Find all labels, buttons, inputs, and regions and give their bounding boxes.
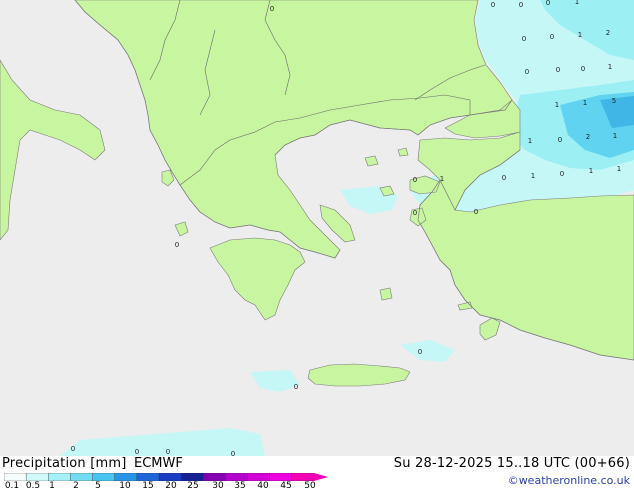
legend-swatch-4 [92,473,116,481]
precip-value-aegean-1d: 1 [617,165,621,173]
precip-value-albania-0: 0 [175,241,179,249]
legend-tick-labels: 0.1 0.5 1 2 5 10 15 20 25 30 35 40 45 50 [0,481,340,490]
legend-tick-7: 20 [165,481,177,490]
precip-value-marmara-5: 5 [612,97,616,105]
legend-swatch-3 [70,473,94,481]
legend-swatch-13 [291,473,315,481]
precip-value-bulgaria-0h: 0 [556,66,560,74]
legend-swatch-1 [25,473,49,481]
precip-value-bulgaria-0i: 0 [581,65,585,73]
legend-swatch-9 [203,473,227,481]
precip-value-aegean-1c: 1 [589,167,593,175]
precip-value-bulgaria-2: 2 [606,29,610,37]
precip-value-south-0a: 0 [71,445,75,453]
legend-tick-6: 15 [142,481,154,490]
precipitation-map: 000100120001011510210101101000000000 [0,0,634,456]
precip-value-bulgaria-0d: 0 [522,35,526,43]
precip-value-bulgaria-0a: 0 [491,1,495,9]
model-name: ECMWF [134,456,183,471]
precip-value-aegean-0a: 0 [413,176,417,184]
legend-swatch-0 [4,473,27,481]
precip-value-south-0c: 0 [166,448,170,456]
precip-value-bulgaria-0g: 0 [525,68,529,76]
precip-value-crete-0: 0 [294,383,298,391]
precip-value-aegean-1b: 1 [531,172,535,180]
precip-value-cyclades-0: 0 [418,348,422,356]
legend-swatch-2 [48,473,72,481]
precip-value-aegean-0c: 0 [560,170,564,178]
precip-value-aegean-0d: 0 [413,209,417,217]
legend-tick-12: 45 [280,481,292,490]
precip-value-marmara-2: 2 [586,133,590,141]
credit-link[interactable]: ©weatheronline.co.uk [508,474,630,487]
precip-value-bulgaria-0c: 0 [546,0,550,7]
legend-tick-4: 5 [95,481,101,490]
legend-tick-9: 30 [212,481,224,490]
precip-value-marmara-1a: 1 [555,101,559,109]
legend-arrow-tip [314,473,328,481]
legend-swatch-8 [180,473,204,481]
precip-value-marmara-1d: 1 [613,132,617,140]
map-footer: Precipitation [mm] ECMWF Su 28-12-2025 1… [0,456,634,490]
precip-value-marmara-1c: 1 [528,137,532,145]
precip-value-aegean-0b: 0 [502,174,506,182]
legend-tick-10: 35 [234,481,246,490]
precip-value-bulgaria-1a: 1 [575,0,579,6]
precip-value-marmara-0a: 0 [558,136,562,144]
legend-tick-1: 0.5 [25,481,41,490]
legend-swatch-11 [247,473,271,481]
legend-title: Precipitation [mm] [2,456,127,471]
legend-swatch-5 [114,473,138,481]
legend-tick-5: 10 [119,481,131,490]
precip-value-bulgaria-0e: 0 [550,33,554,41]
legend-swatch-6 [136,473,160,481]
precip-value-aegean-0e: 0 [474,208,478,216]
legend-tick-8: 25 [187,481,199,490]
legend-color-bar [4,473,328,481]
precip-value-aegean-1a: 1 [440,175,444,183]
precip-value-bulgaria-1c: 1 [608,63,612,71]
precip-value-bulgaria-1b: 1 [578,31,582,39]
valid-time: Su 28-12-2025 15..18 UTC (00+66) [393,456,630,471]
precip-value-bulgaria-0b: 0 [519,1,523,9]
legend-tick-2: 1 [49,481,55,490]
map-canvas: 0 0 0 10 0 1 200 0 101 1 51 0 2 10 1 0 11010 00000 0 0 0 [0,0,634,456]
legend-tick-0: 0.1 [4,481,20,490]
legend-tick-3: 2 [73,481,79,490]
legend-swatch-7 [158,473,182,481]
precip-value-south-0b: 0 [135,448,139,456]
legend-swatch-10 [225,473,249,481]
legend-tick-11: 40 [257,481,269,490]
legend-tick-13: 50 [304,481,316,490]
precip-value-bulgaria-0f: 0 [270,5,274,13]
legend-swatch-12 [269,473,293,481]
naxos [379,287,393,301]
precip-value-marmara-1b: 1 [583,99,587,107]
